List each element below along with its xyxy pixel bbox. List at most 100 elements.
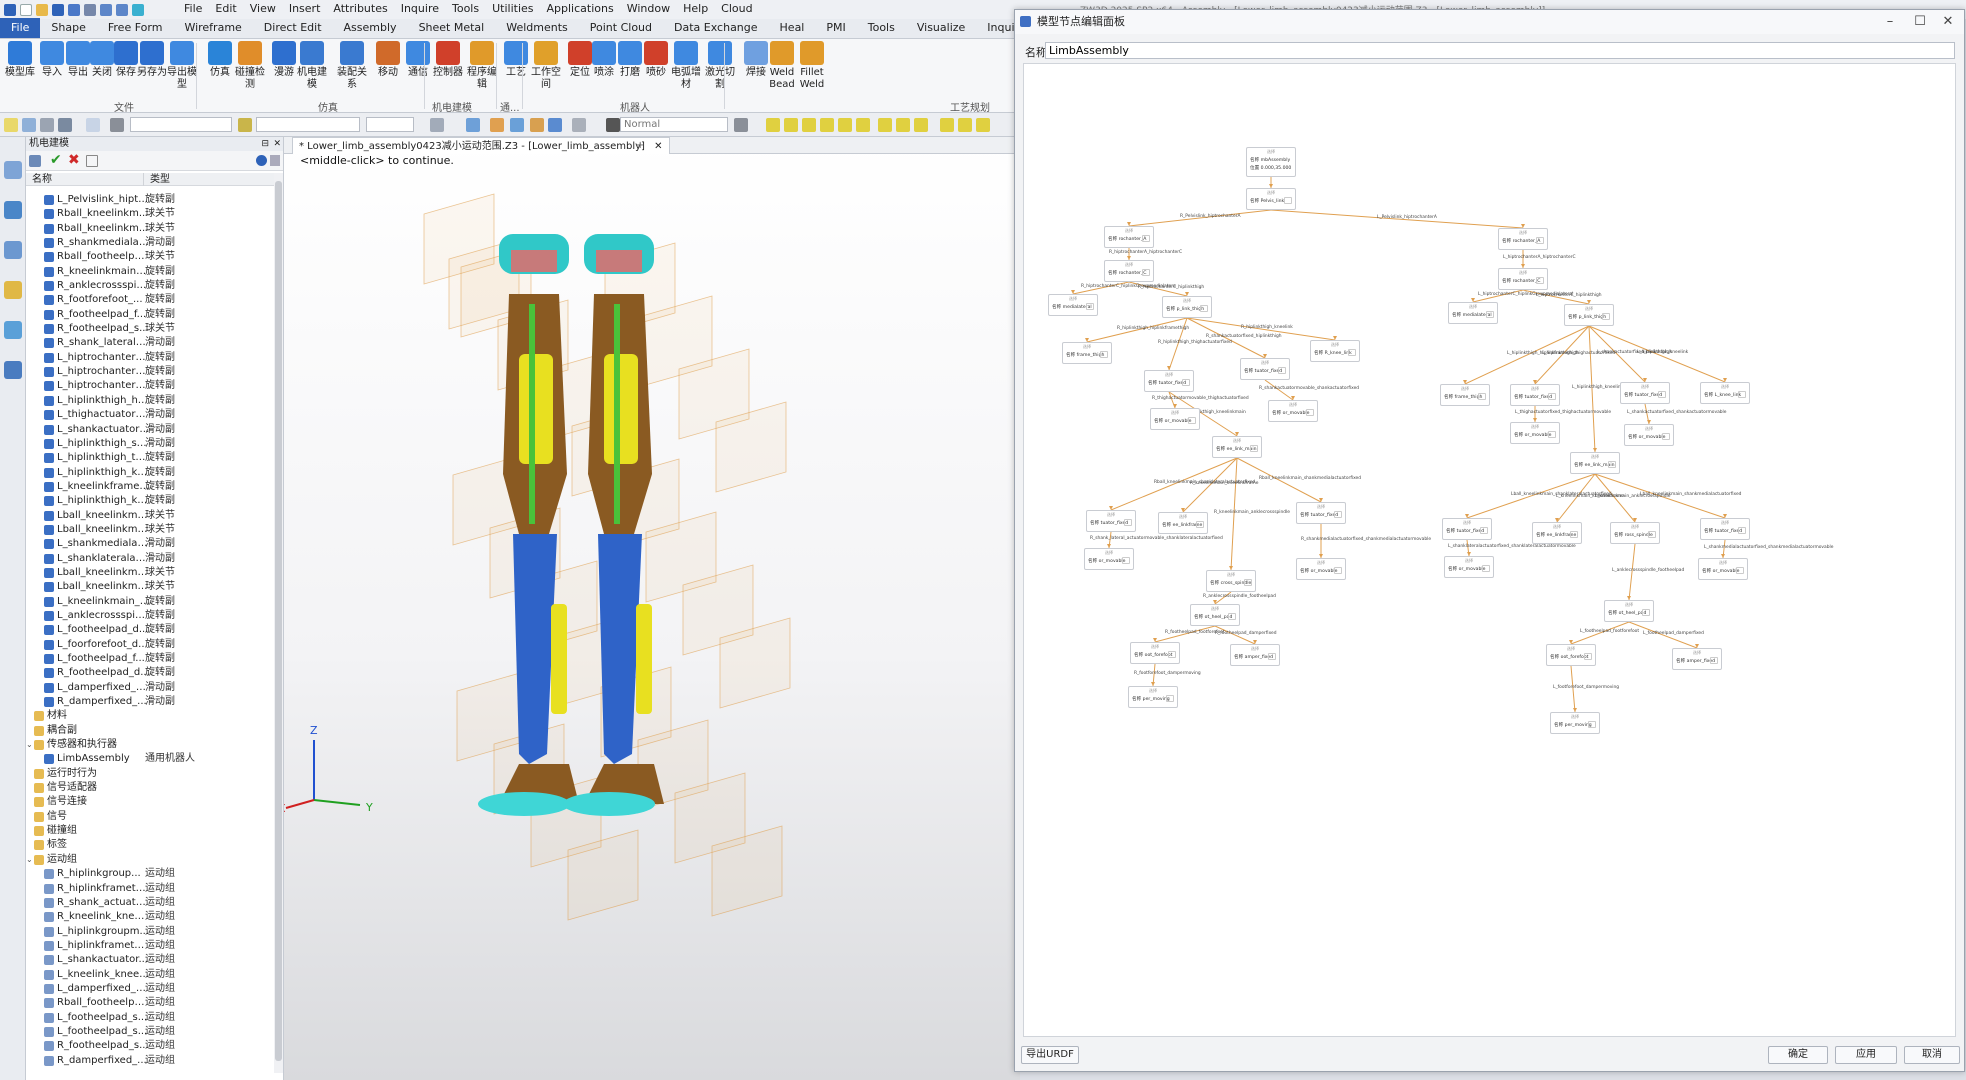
menu-applications[interactable]: Applications: [547, 1, 614, 17]
ribbon-button-10[interactable]: 机电建模: [296, 41, 328, 91]
menu-insert[interactable]: Insert: [289, 1, 321, 17]
scrollbar-thumb[interactable]: [275, 181, 282, 1061]
node-options-icon[interactable]: [1548, 393, 1556, 400]
ribbon-button-22[interactable]: 电弧增材: [670, 41, 702, 91]
graph-node-lactm[interactable]: 选择 名称 or_movable: [1510, 422, 1560, 444]
rebuild-icon[interactable]: [132, 3, 144, 16]
node-options-icon[interactable]: [1570, 531, 1578, 538]
graph-node-ractf2[interactable]: 选择 名称 tuator_fixed: [1240, 358, 1290, 380]
menu-file[interactable]: File: [184, 1, 202, 17]
tree-scrollbar[interactable]: [274, 173, 283, 1073]
node-options-icon[interactable]: [1648, 531, 1656, 538]
node-options-icon[interactable]: [1166, 695, 1174, 702]
node-options-icon[interactable]: [1100, 351, 1108, 358]
tree-row[interactable]: R_hiplinkgroup... 运动组: [26, 867, 274, 881]
graph-node-rC[interactable]: 选择 名称 rochanter_C: [1104, 260, 1154, 282]
tree-row[interactable]: L_footheelpad_d... 旋转副: [26, 623, 274, 637]
filter-icon[interactable]: [86, 155, 98, 167]
graph-node-rspin[interactable]: 选择 名称 cross_spindle: [1206, 570, 1256, 592]
tree-row[interactable]: L_footheelpad_s... 运动组: [26, 1011, 274, 1025]
graph-node-ractm[interactable]: 选择 名称 or_movable: [1150, 408, 1200, 430]
graph-node-rmain[interactable]: 选择 名称 ee_link_main: [1212, 436, 1262, 458]
snap-icon-7[interactable]: [878, 118, 892, 132]
node-options-icon[interactable]: [1588, 721, 1596, 728]
graph-node-lactm2[interactable]: 选择 名称 or_movable: [1624, 424, 1674, 446]
node-options-icon[interactable]: [1486, 311, 1494, 318]
graph-node-ldmov[interactable]: 选择 名称 per_moving: [1550, 712, 1600, 734]
tree-row[interactable]: L_shankactuatorf... 滑动副: [26, 423, 274, 437]
expand-toggle-icon[interactable]: ⌄: [26, 738, 33, 752]
node-options-icon[interactable]: [1642, 609, 1650, 616]
expand-icon[interactable]: [29, 155, 41, 167]
close-icon[interactable]: ✕: [273, 137, 281, 151]
graph-node-lsm2[interactable]: 选择 名称 or_movable: [1698, 558, 1748, 580]
node-options-icon[interactable]: [1142, 269, 1150, 276]
history-manager-icon[interactable]: [4, 161, 22, 179]
new-file-icon[interactable]: [20, 3, 32, 16]
tree-row[interactable]: R_kneelink_kneeli... 运动组: [26, 910, 274, 924]
line-filter-icon[interactable]: [40, 118, 54, 132]
menu-help[interactable]: Help: [683, 1, 708, 17]
node-options-icon[interactable]: [1278, 367, 1286, 374]
pin-icon[interactable]: ⊟: [261, 137, 269, 151]
tree-row[interactable]: 碰撞组: [26, 824, 274, 838]
tree-row[interactable]: L_footheelpad_s... 运动组: [26, 1025, 274, 1039]
tree-row[interactable]: L_foorforefoot_d... 旋转副: [26, 638, 274, 652]
ribbon-button-17[interactable]: 工作空间: [530, 41, 562, 91]
ok-button[interactable]: 确定: [1768, 1046, 1828, 1064]
node-options-icon[interactable]: [1250, 445, 1258, 452]
graph-node-rA[interactable]: 选择 名称 rochanter_A: [1104, 226, 1154, 248]
menu-view[interactable]: View: [250, 1, 276, 17]
snap-icon-5[interactable]: [838, 118, 852, 132]
tab-file[interactable]: File: [0, 18, 41, 38]
section-icon[interactable]: [548, 118, 562, 132]
layer-icon[interactable]: [238, 118, 252, 132]
node-options-icon[interactable]: [1658, 391, 1666, 398]
ribbon-button-15[interactable]: 程序编辑: [466, 41, 498, 91]
open-folder-icon[interactable]: [36, 3, 48, 16]
print-icon[interactable]: [84, 3, 96, 16]
graph-node-lmed[interactable]: 选择 名称 medialateral: [1448, 302, 1498, 324]
graph-node-rframe[interactable]: 选择 名称 frame_thigh: [1062, 342, 1112, 364]
redo-icon[interactable]: [116, 3, 128, 16]
tree-row[interactable]: R_damperfixed_... 运动组: [26, 1054, 274, 1068]
tab-point-cloud[interactable]: Point Cloud: [579, 18, 663, 38]
tree-row[interactable]: L_footheelpad_f... 旋转副: [26, 652, 274, 666]
tree-row[interactable]: R_hiplinkframeth... 运动组: [26, 882, 274, 896]
image-manager-icon[interactable]: [4, 321, 22, 339]
tree-row[interactable]: R_shankmedialac... 滑动副: [26, 236, 274, 250]
graph-node-lframe[interactable]: 选择 名称 frame_thigh: [1440, 384, 1490, 406]
graph-node-ractf[interactable]: 选择 名称 tuator_fixed: [1144, 370, 1194, 392]
tree-row[interactable]: 耦合副: [26, 724, 274, 738]
info-icon[interactable]: [256, 155, 267, 166]
layer-manager-icon[interactable]: [4, 241, 22, 259]
tree-row[interactable]: Lball_kneelinkma... 球关节: [26, 566, 274, 580]
tree-row[interactable]: Lball_kneelinkma... 球关节: [26, 509, 274, 523]
graph-node-lactf2[interactable]: 选择 名称 tuator_fixed: [1620, 382, 1670, 404]
node-options-icon[interactable]: [1200, 305, 1208, 312]
node-options-icon[interactable]: [1196, 521, 1204, 528]
graph-node-rheel[interactable]: 选择 名称 ot_heel_pad: [1190, 604, 1240, 626]
node-options-icon[interactable]: [1482, 565, 1490, 572]
node-options-icon[interactable]: [1478, 393, 1486, 400]
node-options-icon[interactable]: [1268, 653, 1276, 660]
tree-row[interactable]: L_damperfixed_d... 运动组: [26, 982, 274, 996]
ribbon-button-5[interactable]: 另存为: [136, 41, 168, 79]
snap-icon-9[interactable]: [914, 118, 928, 132]
circle-filter-icon[interactable]: [86, 118, 100, 132]
node-options-icon[interactable]: [1086, 303, 1094, 310]
tab-heal[interactable]: Heal: [769, 18, 816, 38]
tree-row[interactable]: L_shankactuator... 运动组: [26, 953, 274, 967]
ribbon-button-26[interactable]: Fillet Weld: [796, 41, 828, 91]
type-column-header[interactable]: 类型: [150, 173, 170, 186]
tree-row[interactable]: R_footforefoot_... 旋转副: [26, 293, 274, 307]
tree-row[interactable]: R_footheelpad_d... 旋转副: [26, 666, 274, 680]
expand-toggle-icon[interactable]: ⌄: [26, 853, 33, 867]
graph-node-lthigh[interactable]: 选择 名称 p_link_thigh: [1564, 304, 1614, 326]
cancel-icon[interactable]: ✖: [68, 153, 80, 167]
node-options-icon[interactable]: [1188, 417, 1196, 424]
tree-row[interactable]: L_hiplinkthigh_sh... 滑动副: [26, 437, 274, 451]
maximize-icon[interactable]: ☐: [1908, 13, 1932, 31]
ribbon-button-7[interactable]: 仿真: [204, 41, 236, 79]
tree-row[interactable]: R_footheelpad_f... 旋转副: [26, 308, 274, 322]
